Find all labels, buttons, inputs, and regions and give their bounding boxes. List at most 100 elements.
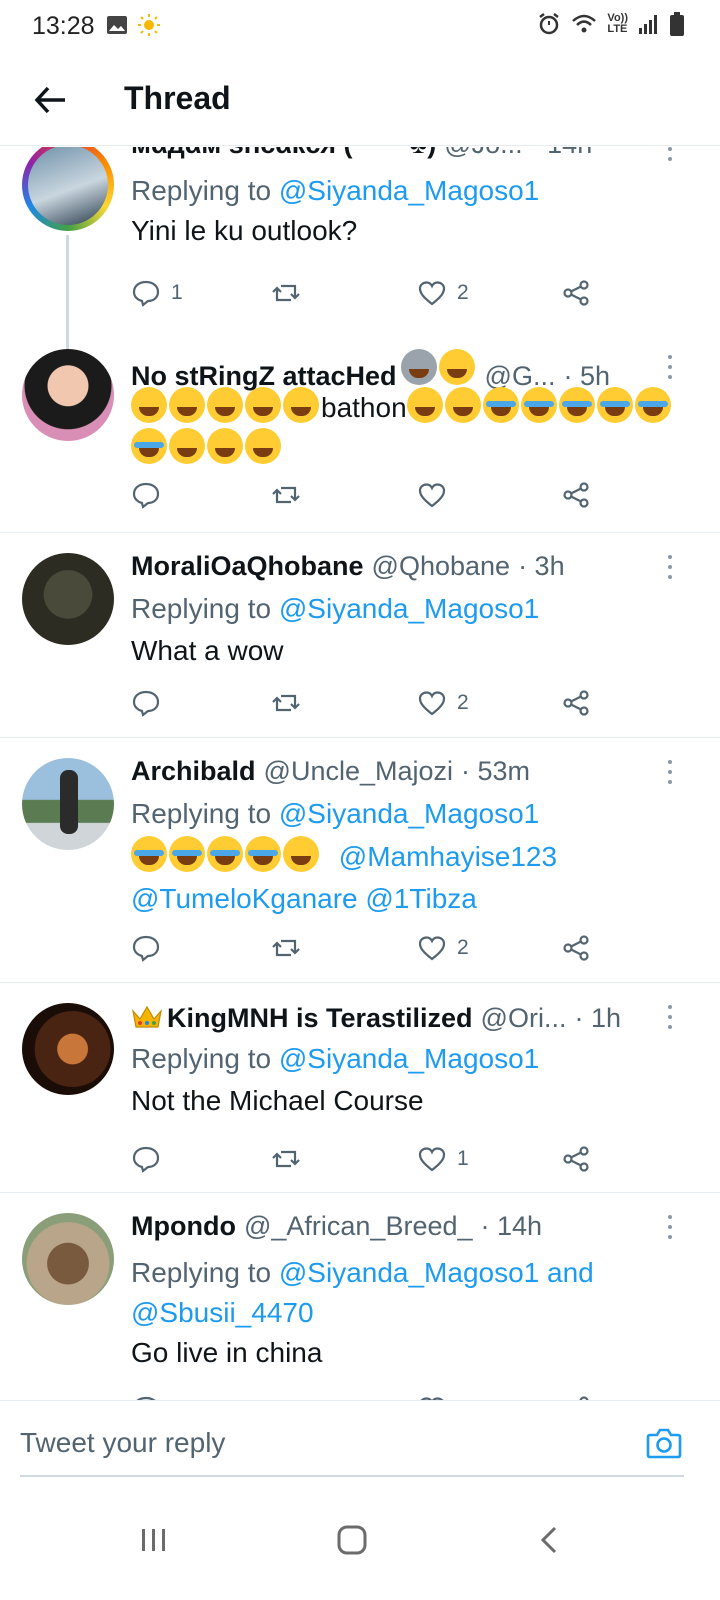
tweet-text: @Mamhayise123 @TumeloKganare @1Tibza <box>131 836 680 920</box>
top-app-bar: Thread <box>0 56 720 146</box>
tweet-item[interactable]: KingMNH is Terastilized @Ori... · 1h Rep… <box>0 983 720 1193</box>
heart-icon <box>418 936 446 961</box>
tweet-actions: 1 <box>131 1139 601 1179</box>
avatar[interactable] <box>22 758 114 850</box>
mention-link[interactable]: @TumeloKganare <box>131 883 358 914</box>
like-button[interactable]: 2 <box>417 683 469 723</box>
tweet-item[interactable]: No stRingZ attacHed @G... · 5h bathon <box>0 333 720 533</box>
tweet-author-name[interactable]: Archibald <box>131 756 256 787</box>
like-button[interactable]: 2 <box>417 928 469 968</box>
status-bar: 13:28 Vo)) LTE <box>0 0 720 56</box>
crying-emoji <box>482 387 519 423</box>
mention-link[interactable]: @Siyanda_Magoso1 and <box>279 1257 594 1288</box>
like-button[interactable]: 2 <box>417 273 469 313</box>
recent-apps-button[interactable] <box>124 1510 184 1570</box>
more-options-button[interactable] <box>664 1215 676 1239</box>
like-button[interactable]: 1 <box>417 1139 469 1179</box>
tweet-text: bathon <box>131 387 680 469</box>
back-button[interactable] <box>28 78 72 122</box>
share-button[interactable] <box>561 1389 591 1400</box>
tweet-author-name[interactable]: KingMNH is Terastilized <box>167 1003 473 1034</box>
mention-link[interactable]: @Siyanda_Magoso1 <box>279 798 539 829</box>
share-button[interactable] <box>561 475 591 515</box>
crown-icon <box>131 1003 163 1029</box>
tweet-item[interactable]: мαдαм ѕɦєαкєя (ᴿᵉᵛ ᴶ ♣) @Jo... · 14h Rep… <box>0 147 720 371</box>
tweet-author-handle[interactable]: @Ori... <box>481 1003 567 1034</box>
tweet-text: Yini le ku outlook? <box>131 215 358 246</box>
retweet-button[interactable] <box>271 475 311 515</box>
reply-button[interactable]: 1 <box>131 273 183 313</box>
share-button[interactable] <box>561 683 591 723</box>
tweet-author-name[interactable]: Mpondo <box>131 1211 236 1242</box>
comment-icon <box>132 482 160 509</box>
reply-button[interactable] <box>131 1389 161 1400</box>
tweet-author-handle[interactable]: @Qhobane <box>372 551 511 582</box>
tweet-item[interactable]: MoraliOaQhobane @Qhobane · 3h Replying t… <box>0 533 720 738</box>
home-button[interactable] <box>322 1510 382 1570</box>
heart-icon <box>418 691 446 716</box>
mention-link[interactable]: @Siyanda_Magoso1 <box>279 1043 539 1074</box>
more-options-button[interactable] <box>664 555 676 579</box>
reply-button[interactable] <box>131 1139 171 1179</box>
retweet-button[interactable] <box>271 928 311 968</box>
mention-link[interactable]: @1Tibza <box>365 883 476 914</box>
tweet-item[interactable]: Mpondo @_African_Breed_ · 14h Replying t… <box>0 1193 720 1400</box>
share-button[interactable] <box>561 928 591 968</box>
tweet-time: · 53m <box>461 756 531 786</box>
retweet-button[interactable] <box>271 683 311 723</box>
recent-apps-icon <box>142 1529 165 1551</box>
back-nav-button[interactable] <box>520 1510 580 1570</box>
tweet-author-name[interactable]: мαдαм ѕɦєαкєя (ᴿᵉᵛ ᴶ ♣) <box>131 147 436 160</box>
more-options-button[interactable] <box>664 1005 676 1029</box>
volte-icon: Vo)) LTE <box>607 12 628 35</box>
share-icon <box>563 1146 589 1172</box>
tweet-text: Not the Michael Course <box>131 1085 424 1116</box>
reply-button[interactable] <box>131 928 171 968</box>
tweet-author-handle[interactable]: @Jo... <box>444 147 522 160</box>
avatar[interactable] <box>22 1213 114 1305</box>
mention-link[interactable]: @Siyanda_Magoso1 <box>279 175 539 206</box>
replying-to: Replying to @Siyanda_Magoso1 and @Sbusii… <box>131 1257 594 1328</box>
mention-link[interactable]: @Siyanda_Magoso1 <box>279 593 539 624</box>
retweet-button[interactable] <box>271 1389 301 1400</box>
tweet-item[interactable]: Archibald @Uncle_Majozi · 53m Replying t… <box>0 738 720 983</box>
reply-count: 1 <box>171 281 183 304</box>
comment-icon <box>132 935 160 962</box>
more-options-button[interactable] <box>664 147 676 161</box>
reply-button[interactable] <box>131 683 171 723</box>
tweet-actions: 1 <box>131 1389 601 1400</box>
more-options-button[interactable] <box>664 760 676 784</box>
share-button[interactable] <box>561 1139 591 1179</box>
like-button[interactable]: 1 <box>417 1389 469 1400</box>
alarm-icon <box>539 13 560 35</box>
avatar[interactable] <box>22 147 114 231</box>
image-icon <box>107 16 127 34</box>
retweet-icon <box>272 486 300 504</box>
arrow-left-icon <box>34 86 65 114</box>
share-button[interactable] <box>561 273 591 313</box>
avatar[interactable] <box>22 349 114 441</box>
retweet-button[interactable] <box>271 1139 311 1179</box>
thread-feed[interactable]: мαдαм ѕɦєαкєя (ᴿᵉᵛ ᴶ ♣) @Jo... · 14h Rep… <box>0 147 720 1400</box>
tweet-actions <box>131 475 601 515</box>
reply-input[interactable] <box>20 1421 620 1465</box>
mention-link[interactable]: @Sbusii_4470 <box>131 1297 314 1328</box>
tweet-author-handle[interactable]: @Uncle_Majozi <box>264 756 453 787</box>
reply-button[interactable] <box>131 475 171 515</box>
alien-emoji <box>400 349 437 385</box>
tweet-author-handle[interactable]: @_African_Breed_ <box>244 1211 473 1242</box>
mention-link[interactable]: @Mamhayise123 <box>339 841 557 872</box>
tweet-author-name[interactable]: MoraliOaQhobane <box>131 551 364 582</box>
like-count: 1 <box>457 1147 469 1170</box>
camera-button[interactable] <box>644 1423 684 1463</box>
heart-icon <box>418 281 446 306</box>
avatar[interactable] <box>22 553 114 645</box>
reply-composer <box>0 1400 720 1480</box>
tweet-actions: 2 <box>131 683 601 723</box>
more-options-button[interactable] <box>664 355 676 379</box>
retweet-button[interactable] <box>271 273 311 313</box>
replying-to: Replying to @Siyanda_Magoso1 <box>131 1043 540 1074</box>
like-button[interactable] <box>417 475 457 515</box>
avatar[interactable] <box>22 1003 114 1095</box>
battery-icon <box>670 12 684 36</box>
